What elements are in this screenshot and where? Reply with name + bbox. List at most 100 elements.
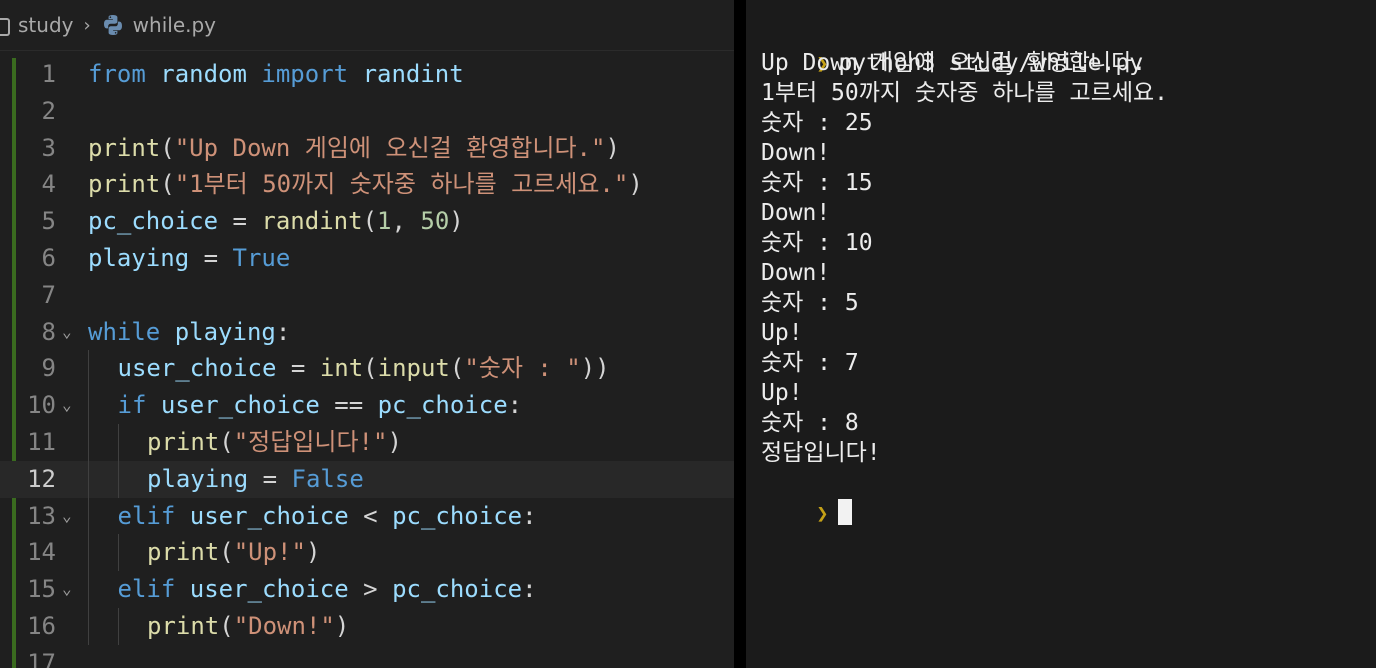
code-line[interactable]: 4 print("1부터 50까지 숫자중 하나를 고르세요.") xyxy=(0,166,734,203)
code-text: playing = True xyxy=(88,240,290,277)
code-line[interactable]: 6 playing = True xyxy=(0,240,734,277)
indent-guide xyxy=(88,534,89,572)
line-number: 7 xyxy=(41,280,56,309)
prompt-icon: ❯ xyxy=(816,501,829,525)
code-token: "정답입니다!" xyxy=(233,427,388,456)
code-token: 50 xyxy=(420,207,450,236)
code-text: print("Up!") xyxy=(147,534,320,571)
line-number: 17 xyxy=(27,648,56,668)
code-text: print("정답입니다!") xyxy=(147,424,402,461)
code-token: = xyxy=(218,207,262,236)
indent-guide xyxy=(88,387,89,424)
terminal-output-line: Up! xyxy=(761,380,803,406)
terminal-output-line: 숫자 : 10 xyxy=(761,230,873,256)
code-area[interactable]: 1 from random import randint 2 3 print("Up D… xyxy=(0,56,734,668)
code-text: elif user_choice < pc_choice: xyxy=(118,498,537,535)
code-token: pc_choice xyxy=(392,575,523,604)
terminal-output-line: Down! xyxy=(761,260,831,286)
indent-guide xyxy=(88,460,89,498)
code-token: if xyxy=(117,391,147,420)
code-line[interactable]: 17 xyxy=(0,645,734,668)
folder-icon xyxy=(0,16,10,36)
code-token: print xyxy=(147,427,220,456)
code-token: )) xyxy=(580,354,610,383)
code-line[interactable]: 5 pc_choice = randint(1, 50) xyxy=(0,203,734,240)
terminal-output-line: Up Down 게임에 오신걸 환영합니다. xyxy=(761,50,1147,76)
code-line[interactable]: 1 from random import randint xyxy=(0,56,734,93)
code-token: elif xyxy=(117,575,176,604)
terminal-cursor xyxy=(838,499,853,525)
code-token: ( xyxy=(160,170,175,199)
code-text: if user_choice == pc_choice: xyxy=(118,387,523,424)
python-icon xyxy=(103,15,122,35)
code-line[interactable]: 13 ⌄ elif user_choice < pc_choice: xyxy=(0,497,734,535)
code-text: print("Down!") xyxy=(147,608,349,645)
indent-guide xyxy=(88,423,89,461)
code-token: ( xyxy=(449,354,465,383)
indent-guide xyxy=(88,350,89,388)
code-token: user_choice xyxy=(189,575,349,604)
code-token: : xyxy=(275,317,291,346)
code-token: ) xyxy=(605,133,620,162)
chevron-down-icon[interactable]: ⌄ xyxy=(62,571,72,608)
code-text: elif user_choice > pc_choice: xyxy=(118,571,537,608)
code-line[interactable]: 2 xyxy=(0,93,734,130)
chevron-down-icon[interactable]: ⌄ xyxy=(62,314,72,351)
code-line[interactable]: 3 print("Up Down 게임에 오신걸 환영합니다.") xyxy=(0,130,734,167)
code-token: randint xyxy=(362,60,464,88)
panel-divider[interactable] xyxy=(734,0,746,668)
indent-guide xyxy=(88,497,89,535)
code-token: ) xyxy=(387,427,402,456)
code-token: pc_choice xyxy=(88,207,219,236)
indent-guide xyxy=(117,460,119,498)
code-token: print xyxy=(147,538,220,567)
code-token: False xyxy=(291,464,364,493)
code-line[interactable]: 8 ⌄ while playing: xyxy=(0,314,734,351)
code-line[interactable]: 14 print("Up!") xyxy=(0,534,734,572)
indent-guide xyxy=(117,423,119,461)
code-token: == xyxy=(319,391,378,420)
code-token: print xyxy=(88,133,161,162)
code-token: = xyxy=(248,464,292,493)
line-number: 6 xyxy=(41,243,56,272)
breadcrumb-file[interactable]: while.py xyxy=(133,13,216,37)
terminal-panel[interactable]: ❯ python3 study/while.py Up Down 게임에 오신걸 … xyxy=(746,0,1376,668)
chevron-down-icon[interactable]: ⌄ xyxy=(62,498,72,535)
code-token: ) xyxy=(449,207,464,236)
chevron-down-icon[interactable]: ⌄ xyxy=(62,387,72,424)
code-token: random xyxy=(160,60,247,88)
terminal-output-line: Up! xyxy=(761,320,803,346)
line-number: 9 xyxy=(41,354,56,383)
line-number: 4 xyxy=(41,170,56,199)
code-token: playing xyxy=(174,317,276,346)
code-line[interactable]: 9 user_choice = int(input("숫자 : ")) xyxy=(0,350,734,388)
code-token: "Up Down 게임에 오신걸 환영합니다." xyxy=(174,133,606,162)
breadcrumb-folder[interactable]: study xyxy=(18,13,73,37)
line-number: 1 xyxy=(41,60,56,88)
code-token: "숫자 : " xyxy=(464,354,581,383)
code-token: : xyxy=(507,391,523,420)
code-token: playing xyxy=(88,243,190,272)
terminal-input-line[interactable]: ❯ xyxy=(761,468,853,558)
code-line[interactable]: 12 playing = False xyxy=(0,460,734,498)
code-token: ( xyxy=(219,611,234,640)
code-line[interactable]: 15 ⌄ elif user_choice > pc_choice: xyxy=(0,571,734,608)
code-editor[interactable]: study › while.py 1 from random import ran… xyxy=(0,0,734,668)
code-token: ( xyxy=(362,207,378,236)
line-number: 8 xyxy=(41,317,56,346)
code-line[interactable]: 7 xyxy=(0,277,734,314)
code-token: elif xyxy=(117,501,176,530)
code-token: from xyxy=(88,60,146,88)
line-number: 16 xyxy=(27,611,56,640)
code-line[interactable]: 16 print("Down!") xyxy=(0,607,734,645)
code-line[interactable]: 11 print("정답입니다!") xyxy=(0,423,734,461)
terminal-output-line: Down! xyxy=(761,200,831,226)
code-line[interactable]: 10 ⌄ if user_choice == pc_choice: xyxy=(0,387,734,424)
code-token: ) xyxy=(305,538,321,567)
code-token: print xyxy=(88,170,161,199)
